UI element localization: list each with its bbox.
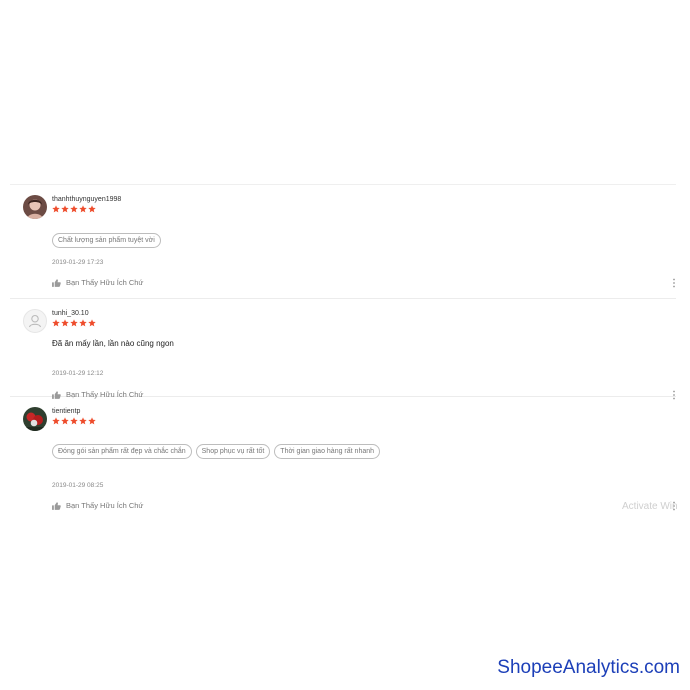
review-tag: Thời gian giao hàng rất nhanh — [274, 444, 381, 459]
star-icon — [61, 417, 69, 425]
review-tags: Chất lượng sản phẩm tuyệt vời — [52, 233, 161, 248]
helpful-label[interactable]: Bạn Thấy Hữu Ích Chứ — [66, 278, 143, 287]
star-icon — [70, 319, 78, 327]
review-timestamp: 2019-01-29 12:12 — [52, 370, 104, 377]
star-icon — [52, 417, 60, 425]
review-tag: Shop phục vụ rất tốt — [195, 444, 271, 459]
user-photo-avatar-icon — [23, 407, 47, 431]
user-avatar[interactable] — [23, 407, 47, 431]
star-icon — [70, 417, 78, 425]
star-rating — [52, 417, 96, 425]
review-item: thanhthuynguyen1998 Chất lượng sản phẩm … — [10, 185, 676, 299]
review-tag: Chất lượng sản phẩm tuyệt vời — [52, 233, 161, 248]
star-icon — [88, 319, 96, 327]
star-icon — [79, 205, 87, 213]
review-item: tientientp Đóng gói sản phẩm rất đẹp và … — [10, 397, 676, 511]
user-photo-avatar-icon — [23, 195, 47, 219]
review-username[interactable]: thanhthuynguyen1998 — [52, 196, 121, 204]
star-icon — [52, 205, 60, 213]
review-username[interactable]: tunhi_30.10 — [52, 310, 89, 318]
user-avatar[interactable] — [23, 195, 47, 219]
star-icon — [61, 319, 69, 327]
thumbs-up-icon[interactable] — [52, 501, 61, 510]
helpful-button[interactable]: Bạn Thấy Hữu Ích Chứ — [52, 501, 143, 510]
more-options-icon[interactable] — [672, 278, 676, 288]
review-item: tunhi_30.10 Đã ăn mấy lần, lần nào cũng … — [10, 299, 676, 400]
star-rating — [52, 319, 96, 327]
review-timestamp: 2019-01-29 08:25 — [52, 482, 104, 489]
review-tag: Đóng gói sản phẩm rất đẹp và chắc chắn — [52, 444, 192, 459]
star-icon — [79, 319, 87, 327]
windows-activation-watermark: Activate Win — [622, 501, 678, 512]
review-list: thanhthuynguyen1998 Chất lượng sản phẩm … — [10, 184, 676, 511]
user-avatar[interactable] — [23, 309, 47, 333]
shopee-analytics-watermark: ShopeeAnalytics.com — [497, 657, 680, 678]
review-tags: Đóng gói sản phẩm rất đẹp và chắc chắn S… — [52, 444, 381, 459]
star-rating — [52, 205, 96, 213]
helpful-label[interactable]: Bạn Thấy Hữu Ích Chứ — [66, 501, 143, 510]
review-text: Đã ăn mấy lần, lần nào cũng ngon — [52, 339, 174, 348]
star-icon — [52, 319, 60, 327]
review-timestamp: 2019-01-29 17:23 — [52, 259, 104, 266]
star-icon — [79, 417, 87, 425]
review-username[interactable]: tientientp — [52, 408, 80, 416]
star-icon — [88, 205, 96, 213]
star-icon — [70, 205, 78, 213]
helpful-button[interactable]: Bạn Thấy Hữu Ích Chứ — [52, 278, 143, 287]
star-icon — [61, 205, 69, 213]
default-user-avatar-icon — [28, 314, 42, 328]
star-icon — [88, 417, 96, 425]
thumbs-up-icon[interactable] — [52, 278, 61, 287]
